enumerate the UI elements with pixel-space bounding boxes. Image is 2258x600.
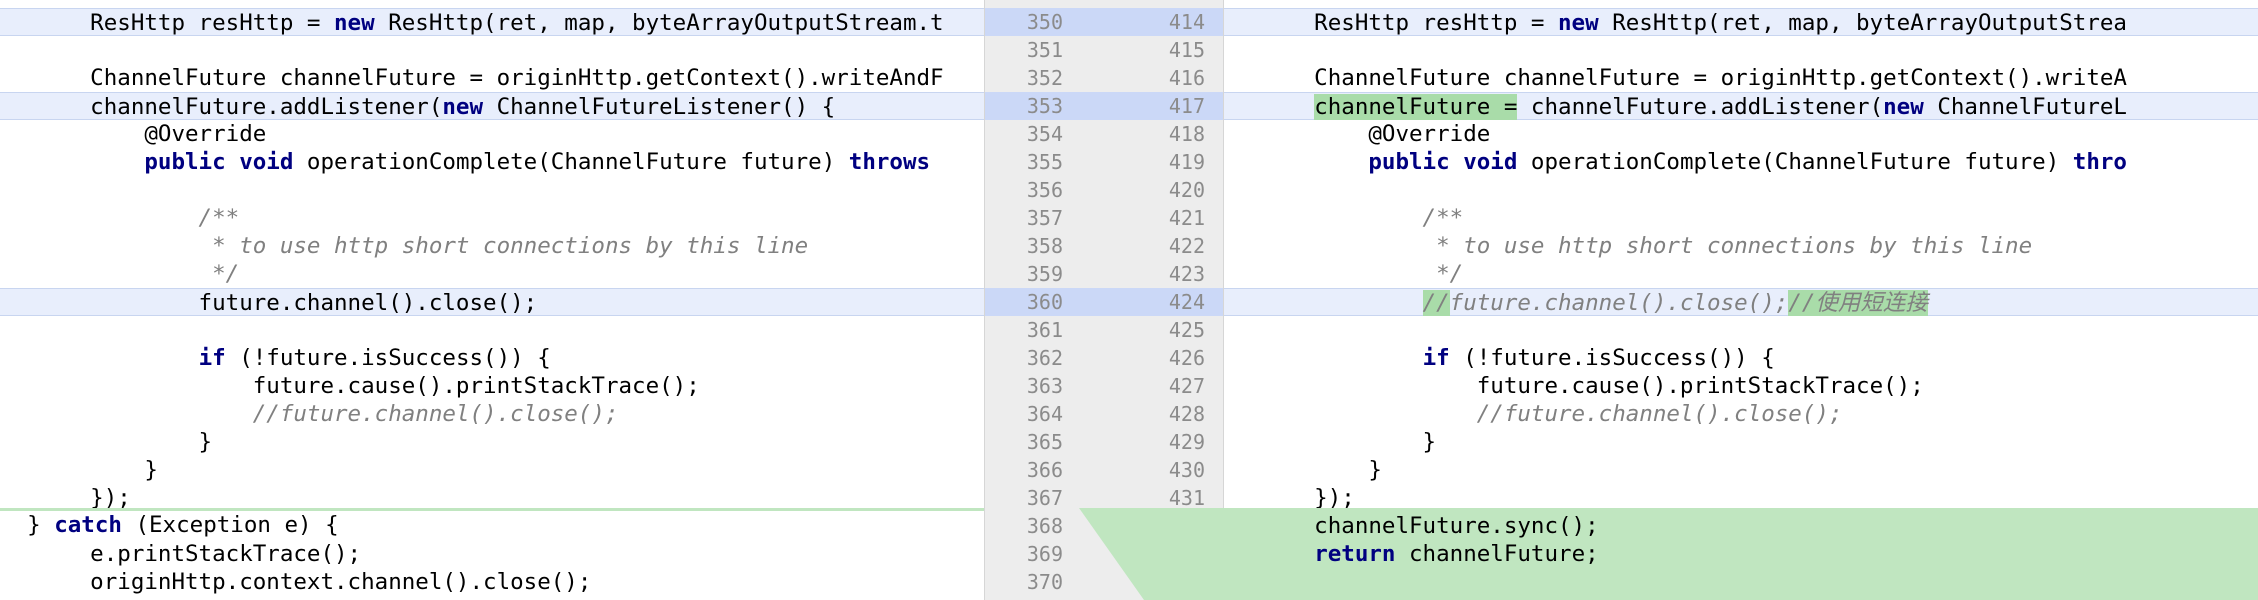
gutter-row: 367 431 [1026,486,1205,510]
code-line[interactable]: return channelFuture; [1224,540,2258,568]
code-line[interactable]: public void operationComplete(ChannelFut… [1224,148,2258,176]
code-line[interactable] [1224,316,2258,344]
right-editor-pane[interactable]: ResHttp resHttp = new ResHttp(ret, map, … [1224,0,2258,600]
code-line[interactable]: future.channel().close(); [0,288,984,316]
code-line[interactable]: } [1224,428,2258,456]
gutter-row: 361 425 [1026,318,1205,342]
gutter-row: 360 424 [985,288,1223,316]
gutter-row: 368 432 [1026,514,1205,538]
gutter-row: 356 420 [1026,178,1205,202]
code-line[interactable] [0,36,984,64]
code-line[interactable]: * to use http short connections by this … [0,232,984,260]
code-line[interactable]: originHttp.context.channel().close(); [0,568,984,596]
code-line[interactable]: ResHttp resHttp = new ResHttp(ret, map, … [1224,8,2258,36]
code-line[interactable]: * to use http short connections by this … [1224,232,2258,260]
code-line[interactable] [1224,36,2258,64]
code-line[interactable]: //future.channel().close(); [1224,400,2258,428]
code-line[interactable]: */ [1224,260,2258,288]
code-line[interactable]: future.cause().printStackTrace(); [0,372,984,400]
gutter-row: 353 417 [985,92,1223,120]
code-line[interactable]: ChannelFuture channelFuture = originHttp… [0,64,984,92]
code-line[interactable]: ResHttp resHttp = new ResHttp(ret, map, … [0,8,984,36]
code-line[interactable]: channelFuture.addListener(new ChannelFut… [0,92,984,120]
code-line[interactable]: channelFuture.sync(); [1224,512,2258,540]
gutter-row: 359 423 [1026,262,1205,286]
gutter-row: 352 416 [1026,66,1205,90]
gutter-row: 366 430 [1026,458,1205,482]
code-line[interactable]: channelFuture = channelFuture.addListene… [1224,92,2258,120]
code-line[interactable]: @Override [0,120,984,148]
code-line[interactable]: if (!future.isSuccess()) { [1224,344,2258,372]
code-line[interactable]: e.printStackTrace(); [0,540,984,568]
gutter-row: 370 434 [1026,570,1205,594]
gutter-row: 350 414 [985,8,1223,36]
code-line[interactable]: } [1224,456,2258,484]
left-editor-pane[interactable]: ResHttp resHttp = new ResHttp(ret, map, … [0,0,984,600]
code-line[interactable] [1224,176,2258,204]
code-line[interactable]: if (!future.isSuccess()) { [0,344,984,372]
code-line[interactable]: /** [1224,204,2258,232]
code-line[interactable]: */ [0,260,984,288]
code-line[interactable]: future.cause().printStackTrace(); [1224,372,2258,400]
code-line[interactable]: public void operationComplete(ChannelFut… [0,148,984,176]
code-line[interactable] [0,316,984,344]
gutter-row: 354 418 [1026,122,1205,146]
gutter-row: 365 429 [1026,430,1205,454]
gutter-row: 357 421 [1026,206,1205,230]
gutter-row: 355 419 [1026,150,1205,174]
code-line[interactable]: //future.channel().close(); [0,400,984,428]
gutter-row: 351 415 [1026,38,1205,62]
code-line[interactable]: @Override [1224,120,2258,148]
code-line[interactable] [0,176,984,204]
gutter-row: 363 427 [1026,374,1205,398]
gutter-row: 362 426 [1026,346,1205,370]
code-line[interactable]: //future.channel().close();//使用短连接 [1224,288,2258,316]
code-line[interactable]: } catch (Exception e) { [0,508,984,539]
diff-viewer: ResHttp resHttp = new ResHttp(ret, map, … [0,0,2258,600]
code-line[interactable]: /** [0,204,984,232]
code-line[interactable]: } [0,428,984,456]
code-line[interactable]: } [0,456,984,484]
code-line[interactable]: ChannelFuture channelFuture = originHttp… [1224,64,2258,92]
gutter-row: 369 433 [1026,542,1205,566]
gutter-row: 364 428 [1026,402,1205,426]
gutter-row: 358 422 [1026,234,1205,258]
line-number-gutter: 350 414 351 415 352 416 353 417 354 418 355 41… [984,0,1224,600]
